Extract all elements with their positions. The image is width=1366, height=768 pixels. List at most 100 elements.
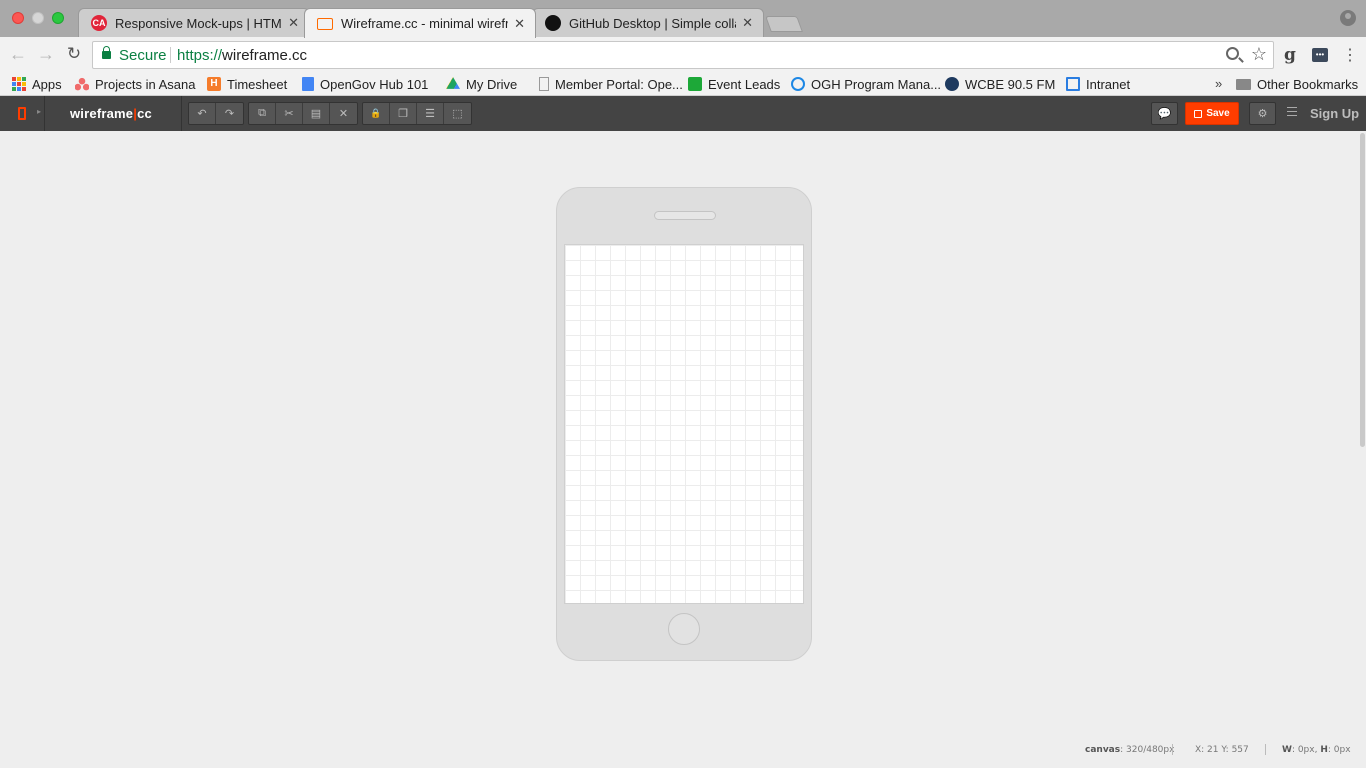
bookmark-apps[interactable]: Apps — [12, 75, 62, 93]
logo-text-right: cc — [137, 106, 152, 121]
height-label: H — [1320, 745, 1328, 755]
bookmark-label: OGH Program Mana... — [811, 76, 942, 92]
app-logo[interactable]: wireframe|cc — [70, 106, 152, 121]
height-value: : 0px — [1327, 745, 1351, 755]
secure-label[interactable]: Secure — [119, 47, 167, 64]
history-button-group: ↶ ↷ — [188, 102, 244, 125]
apps-grid-icon — [12, 77, 26, 91]
browser-tab[interactable]: CA Responsive Mock-ups | HTML, CSS, and … — [78, 8, 310, 37]
cut-button[interactable]: ✂ — [276, 103, 303, 124]
reload-icon[interactable]: ↻ — [64, 44, 84, 64]
bookmark-wcbe[interactable]: WCBE 90.5 FM — [945, 75, 1055, 93]
browser-tab-active[interactable]: Wireframe.cc - minimal wireframing tool … — [304, 8, 536, 38]
width-label: W — [1282, 745, 1292, 755]
bookmark-member-portal[interactable]: Member Portal: Ope... — [537, 75, 683, 93]
window-minimize-icon[interactable] — [32, 12, 44, 24]
ca-logo-icon: CA — [91, 15, 107, 31]
other-bookmarks-label: Other Bookmarks — [1257, 76, 1359, 92]
bookmarks-overflow-icon[interactable]: » — [1215, 76, 1222, 91]
globe-icon — [791, 77, 805, 91]
bookmark-label: Apps — [32, 76, 62, 92]
bookmark-label: Intranet — [1086, 76, 1131, 92]
window-maximize-icon[interactable] — [52, 12, 64, 24]
bookmark-label: Projects in Asana — [95, 76, 196, 92]
google-drive-icon — [446, 77, 460, 89]
select-all-button[interactable]: ⬚ — [444, 103, 471, 124]
save-disk-icon — [1194, 109, 1203, 118]
tab-title: Responsive Mock-ups | HTML, CSS, and Fre… — [115, 15, 282, 31]
back-arrow-icon[interactable]: ← — [8, 44, 28, 64]
settings-button[interactable]: ⚙ — [1249, 102, 1276, 125]
toolbar-divider — [181, 96, 182, 131]
profile-icon[interactable] — [1340, 10, 1356, 26]
bookmark-timesheet[interactable]: H Timesheet — [207, 75, 287, 93]
bookmark-label: My Drive — [466, 76, 518, 92]
tab-close-icon[interactable]: ✕ — [288, 15, 299, 31]
page-icon — [539, 77, 549, 91]
undo-button[interactable]: ↶ — [189, 103, 216, 124]
bookmarks-bar: Apps Projects in Asana H Timesheet OpenG… — [0, 72, 1366, 96]
url-text[interactable]: https://wireframe.cc — [177, 47, 307, 64]
bookmark-ogh-program[interactable]: OGH Program Mana... — [791, 75, 941, 93]
password-manager-extension-icon[interactable]: ••• — [1312, 48, 1328, 62]
lock-icon[interactable] — [102, 46, 111, 59]
wireframe-logo-icon — [317, 17, 333, 30]
page-scrollbar[interactable] — [1359, 131, 1366, 768]
save-label: Save — [1206, 108, 1230, 119]
google-docs-icon — [302, 77, 314, 91]
address-bar[interactable]: Secure https://wireframe.cc ☆ — [92, 41, 1274, 69]
folder-icon — [1236, 78, 1251, 90]
phone-speaker — [654, 211, 716, 220]
new-tab-button[interactable] — [765, 16, 803, 32]
zoom-icon[interactable] — [1226, 47, 1239, 60]
url-host: wireframe.cc — [222, 47, 308, 64]
tab-close-icon[interactable]: ✕ — [514, 16, 525, 32]
browser-toolbar: ← → ↻ Secure https://wireframe.cc ☆ g ••… — [0, 37, 1366, 72]
bookmark-label: Event Leads — [708, 76, 781, 92]
bookmark-label: Timesheet — [227, 76, 288, 92]
clipboard-button-group: ⧉ ✂ ▤ ✕ — [248, 102, 358, 125]
bookmark-label: OpenGov Hub 101 — [320, 76, 429, 92]
tab-close-icon[interactable]: ✕ — [742, 15, 753, 31]
browser-tab-strip: CA Responsive Mock-ups | HTML, CSS, and … — [0, 0, 1366, 38]
url-scheme: https:// — [177, 47, 223, 64]
selection-size-readout: W: 0px, H: 0px — [1282, 745, 1351, 755]
forward-arrow-icon[interactable]: → — [36, 44, 56, 64]
bookmark-star-icon[interactable]: ☆ — [1251, 44, 1267, 65]
lock-button[interactable]: 🔒 — [363, 103, 390, 124]
wireframe-canvas[interactable] — [564, 244, 804, 604]
hamburger-menu-icon[interactable] — [1287, 107, 1297, 116]
arrange-button[interactable]: ❐ — [390, 103, 417, 124]
bookmark-intranet[interactable]: Intranet — [1066, 75, 1130, 93]
phone-frame — [556, 187, 812, 661]
harvest-icon: H — [207, 77, 221, 91]
bookmark-my-drive[interactable]: My Drive — [446, 75, 517, 93]
device-selector[interactable]: ▸ — [0, 96, 45, 131]
copy-button[interactable]: ⧉ — [249, 103, 276, 124]
width-value: : 0px, — [1291, 745, 1321, 755]
canvas-value: : 320/480px — [1120, 745, 1175, 755]
status-divider — [1172, 744, 1173, 755]
other-bookmarks[interactable]: Other Bookmarks — [1236, 75, 1358, 93]
bookmark-opengov-hub[interactable]: OpenGov Hub 101 — [302, 75, 428, 93]
save-button[interactable]: Save — [1185, 102, 1239, 125]
bookmark-event-leads[interactable]: Event Leads — [688, 75, 780, 93]
canvas-size-readout: canvas: 320/480px — [1085, 745, 1174, 755]
browser-menu-icon[interactable]: ⋮ — [1342, 45, 1358, 65]
paste-button[interactable]: ▤ — [303, 103, 330, 124]
scrollbar-thumb[interactable] — [1360, 133, 1365, 447]
redo-button[interactable]: ↷ — [216, 103, 243, 124]
delete-button[interactable]: ✕ — [330, 103, 357, 124]
align-button[interactable]: ☰ — [417, 103, 444, 124]
bookmark-label: WCBE 90.5 FM — [965, 76, 1056, 92]
bookmark-label: Member Portal: Ope... — [555, 76, 683, 92]
github-icon — [545, 15, 561, 31]
omnibox-divider — [170, 47, 171, 63]
browser-tab[interactable]: GitHub Desktop | Simple collaboration fr… — [532, 8, 764, 37]
signup-link[interactable]: Sign Up — [1310, 106, 1359, 121]
comment-button[interactable]: 💬 — [1151, 102, 1178, 125]
grammarly-extension-icon[interactable]: g — [1284, 45, 1296, 65]
window-close-icon[interactable] — [12, 12, 24, 24]
wcbe-icon — [945, 77, 959, 91]
bookmark-asana[interactable]: Projects in Asana — [75, 75, 195, 93]
